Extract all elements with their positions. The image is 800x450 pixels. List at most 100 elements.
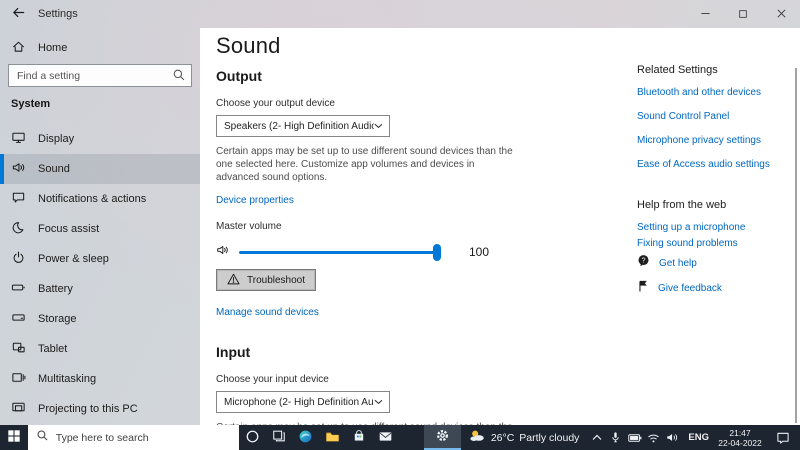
sidebar-item-label: Power & sleep	[38, 253, 109, 265]
sidebar-home-label: Home	[38, 42, 68, 54]
chevron-down-icon	[374, 397, 382, 408]
microsoft-store-button[interactable]	[346, 425, 373, 450]
taskbar-search[interactable]	[27, 425, 239, 450]
minimize-button[interactable]	[686, 0, 724, 28]
wifi-tray-icon[interactable]	[646, 433, 661, 443]
minimize-icon	[700, 7, 711, 22]
ease-of-access-audio-link[interactable]: Ease of Access audio settings	[637, 159, 800, 171]
device-properties-link[interactable]: Device properties	[216, 195, 294, 207]
clock-time: 21:47	[729, 427, 751, 438]
sidebar-item-multitasking[interactable]: Multitasking	[0, 364, 200, 394]
weather-condition: Partly cloudy	[519, 431, 580, 444]
battery-tray-icon[interactable]	[627, 433, 642, 443]
close-icon	[776, 7, 787, 22]
vertical-scrollbar[interactable]	[795, 68, 797, 423]
start-button[interactable]	[0, 425, 28, 450]
weather-widget[interactable]: 26°C Partly cloudy	[461, 425, 588, 450]
window-title: Settings	[38, 8, 78, 20]
sound-settings-pane: Sound Output Choose your output device S…	[200, 28, 800, 450]
sidebar-item-battery[interactable]: Battery	[0, 274, 200, 304]
taskbar-search-input[interactable]	[55, 431, 239, 444]
sidebar-nav: Display Sound Notifications & actions Fo…	[0, 124, 200, 424]
sidebar-item-projecting[interactable]: Projecting to this PC	[0, 394, 200, 424]
gear-icon	[435, 428, 450, 446]
edge-browser-button[interactable]	[292, 425, 319, 450]
task-view-icon	[272, 429, 286, 446]
system-tray: ENG 21:47 22-04-2022	[587, 425, 800, 450]
file-explorer-button[interactable]	[319, 425, 346, 450]
back-button[interactable]	[0, 0, 36, 28]
output-device-dropdown[interactable]: Speakers (2- High Definition Audio...	[216, 115, 390, 137]
svg-text:?: ?	[642, 258, 646, 265]
master-volume-value: 100	[469, 245, 490, 259]
master-volume-slider[interactable]	[239, 243, 441, 261]
edge-icon	[298, 429, 313, 447]
weather-icon	[469, 429, 486, 446]
sidebar-item-label: Tablet	[38, 343, 68, 355]
master-volume-label: Master volume	[216, 221, 282, 232]
get-help-link[interactable]: Get help	[659, 257, 697, 270]
sound-main-column: Sound Output Choose your output device S…	[216, 33, 518, 450]
tray-chevron-up-icon[interactable]	[589, 434, 604, 441]
window-controls	[686, 0, 800, 28]
fixing-sound-problems-link[interactable]: Fixing sound problems	[637, 238, 800, 250]
maximize-button[interactable]	[724, 0, 762, 28]
task-view-button[interactable]	[265, 425, 292, 450]
projecting-icon	[11, 400, 26, 418]
sound-control-panel-link[interactable]: Sound Control Panel	[637, 111, 800, 123]
tablet-icon	[11, 340, 26, 358]
windows-logo-icon	[7, 429, 21, 446]
manage-sound-devices-link[interactable]: Manage sound devices	[216, 307, 319, 319]
microphone-privacy-link[interactable]: Microphone privacy settings	[637, 135, 800, 147]
sidebar-item-label: Focus assist	[38, 223, 100, 235]
troubleshoot-button[interactable]: Troubleshoot	[216, 269, 316, 291]
action-center-icon[interactable]	[772, 431, 794, 444]
mail-button[interactable]	[372, 425, 399, 450]
microphone-tray-icon[interactable]	[608, 431, 623, 444]
volume-slider-thumb[interactable]	[433, 243, 441, 261]
clock[interactable]: 21:47 22-04-2022	[716, 428, 764, 448]
close-button[interactable]	[762, 0, 800, 28]
sidebar-item-tablet[interactable]: Tablet	[0, 334, 200, 364]
sidebar-item-sound[interactable]: Sound	[0, 154, 200, 184]
focus-assist-icon	[11, 220, 26, 238]
sidebar-item-label: Battery	[38, 283, 73, 295]
settings-sidebar: Home System Display Sound Notificatio	[0, 28, 200, 425]
sound-icon	[11, 160, 26, 178]
sidebar-item-display[interactable]: Display	[0, 124, 200, 154]
sidebar-item-focus-assist[interactable]: Focus assist	[0, 214, 200, 244]
cortana-button[interactable]	[239, 425, 266, 450]
sidebar-item-home[interactable]: Home	[0, 36, 200, 60]
output-device-value: Speakers (2- High Definition Audio...	[224, 120, 374, 132]
setting-up-microphone-link[interactable]: Setting up a microphone	[637, 222, 800, 234]
chevron-down-icon	[374, 121, 382, 132]
page-title: Sound	[216, 33, 281, 58]
sidebar-item-label: Display	[38, 133, 75, 145]
cortana-icon	[245, 429, 260, 447]
search-icon	[36, 429, 49, 447]
back-arrow-icon	[11, 5, 26, 23]
settings-search-input[interactable]	[8, 64, 192, 87]
home-icon	[11, 39, 26, 57]
sidebar-item-label: Notifications & actions	[38, 193, 147, 205]
output-section-heading: Output	[216, 68, 262, 84]
get-help-row[interactable]: ? Get help	[637, 254, 800, 272]
notifications-icon	[11, 190, 26, 208]
settings-taskbar-button[interactable]	[424, 425, 461, 450]
volume-tray-icon[interactable]	[665, 432, 680, 443]
taskbar: 26°C Partly cloudy ENG 21:47 22-04-2022	[0, 425, 800, 450]
storage-icon	[11, 310, 26, 328]
help-web-heading: Help from the web	[637, 199, 727, 211]
language-indicator[interactable]: ENG	[688, 432, 709, 443]
give-feedback-link[interactable]: Give feedback	[658, 282, 722, 295]
sidebar-item-power-sleep[interactable]: Power & sleep	[0, 244, 200, 274]
output-description: Certain apps may be set up to use differ…	[216, 146, 513, 183]
mail-icon	[378, 429, 393, 447]
related-settings-column: Related Settings Bluetooth and other dev…	[637, 64, 800, 304]
bluetooth-devices-link[interactable]: Bluetooth and other devices	[637, 87, 800, 99]
sidebar-item-notifications[interactable]: Notifications & actions	[0, 184, 200, 214]
power-icon	[11, 250, 26, 268]
give-feedback-row[interactable]: Give feedback	[637, 279, 800, 297]
input-device-dropdown[interactable]: Microphone (2- High Definition Aud...	[216, 391, 390, 413]
sidebar-item-storage[interactable]: Storage	[0, 304, 200, 334]
